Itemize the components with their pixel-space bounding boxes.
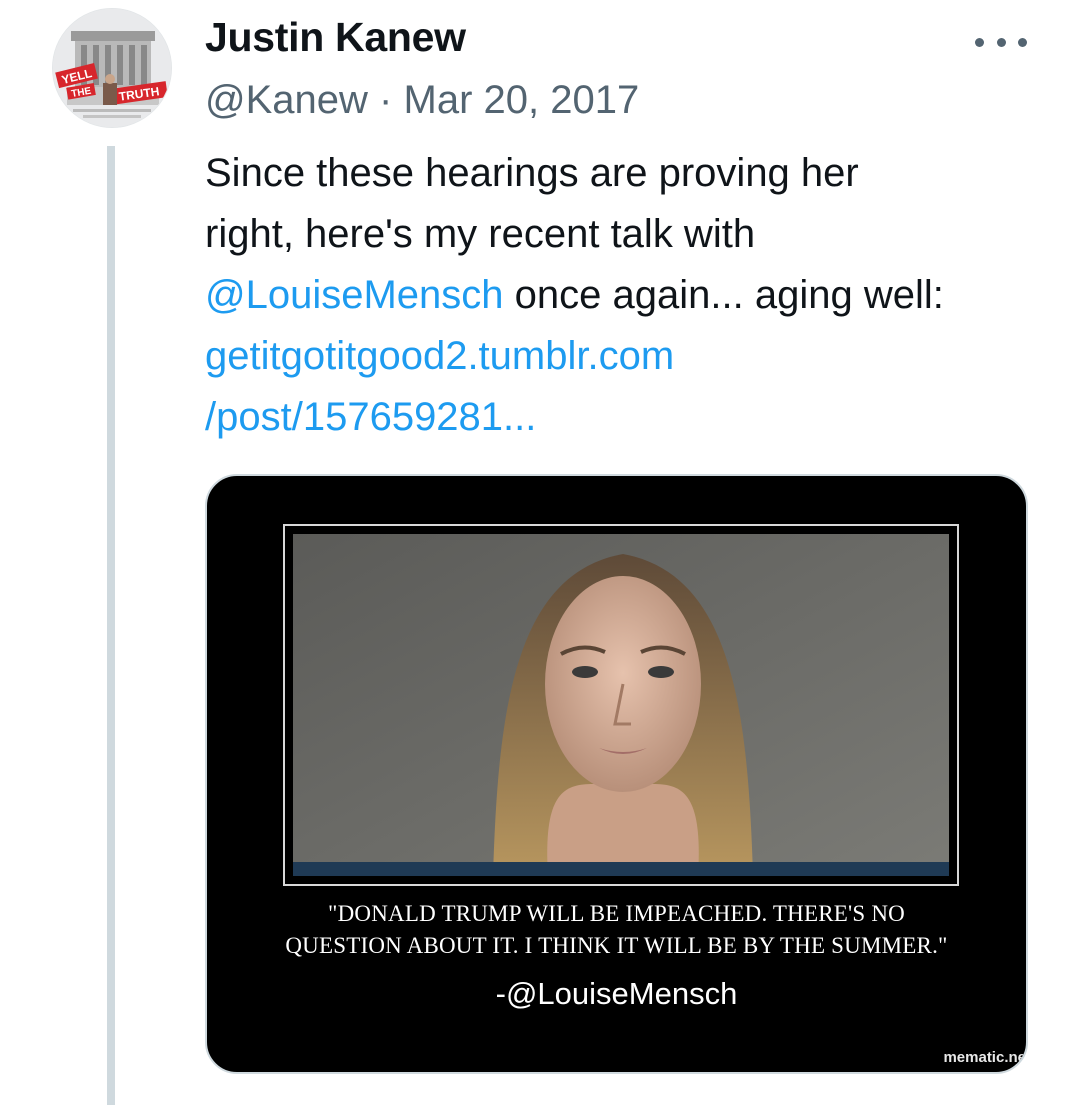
more-horizontal-icon	[996, 37, 1006, 47]
tweet-text-line: Since these hearings are proving her	[205, 151, 859, 195]
more-horizontal-icon	[975, 37, 984, 47]
more-options-button[interactable]	[975, 30, 1027, 54]
meme-quote-text: "DONALD TRUMP WILL BE IMPEACHED. THERE'S…	[207, 898, 1026, 962]
mention-link[interactable]: @LouiseMensch	[205, 273, 504, 317]
tweet-text-line: right, here's my recent talk with	[205, 212, 756, 256]
author-handle[interactable]: @Kanew	[205, 78, 368, 122]
avatar-image: YELL THE TRUTH	[53, 9, 171, 127]
thread-connector-line	[107, 146, 115, 1105]
portrait-photo	[293, 534, 949, 876]
tweet-media-image[interactable]: "DONALD TRUMP WILL BE IMPEACHED. THERE'S…	[205, 474, 1028, 1074]
tweet-text-fragment: once again... aging well:	[503, 273, 944, 317]
meme-quote-line: "DONALD TRUMP WILL BE IMPEACHED. THERE'S…	[328, 901, 905, 926]
url-link-part-1[interactable]: getitgotitgood2.tumblr.com	[205, 326, 1065, 387]
meme-watermark: mematic.ne	[943, 1049, 1026, 1066]
tweet-text-line: @LouiseMensch once again... aging well:	[205, 265, 1065, 326]
author-avatar[interactable]: YELL THE TRUTH	[52, 8, 172, 128]
meta-separator: ·	[379, 78, 393, 122]
url-link-part-2[interactable]: /post/157659281...	[205, 387, 1065, 448]
more-horizontal-icon	[1018, 37, 1027, 47]
tweet-meta: @Kanew · Mar 20, 2017	[205, 78, 639, 123]
meme-photo-frame	[283, 524, 959, 886]
tweet-date[interactable]: Mar 20, 2017	[404, 78, 640, 122]
meme-quote-line: QUESTION ABOUT IT. I THINK IT WILL BE BY…	[285, 933, 948, 958]
meme-attribution: -@LouiseMensch	[495, 976, 738, 1011]
tweet-text: Since these hearings are proving her rig…	[205, 143, 1065, 448]
author-display-name[interactable]: Justin Kanew	[205, 14, 466, 61]
